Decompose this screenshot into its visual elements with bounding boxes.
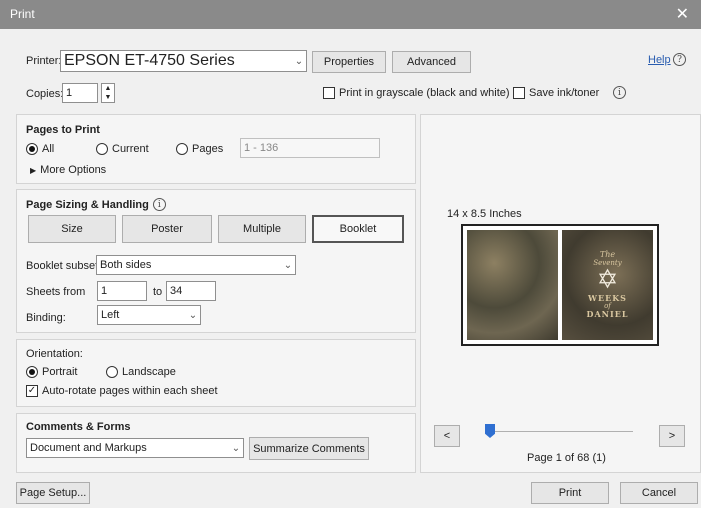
auto-rotate-option[interactable]: ✓ Auto-rotate pages within each sheet bbox=[26, 385, 218, 397]
comments-value: Document and Markups bbox=[30, 442, 147, 454]
booklet-subset-label: Booklet subset: bbox=[26, 260, 102, 272]
tab-multiple[interactable]: Multiple bbox=[218, 215, 306, 243]
preview-size-label: 14 x 8.5 Inches bbox=[447, 208, 522, 220]
cancel-button[interactable]: Cancel bbox=[620, 482, 698, 504]
comments-heading: Comments & Forms bbox=[26, 421, 131, 433]
pages-range-input[interactable]: 1 - 136 bbox=[240, 138, 380, 158]
binding-label: Binding: bbox=[26, 312, 66, 324]
sheets-to-input[interactable]: 34 bbox=[166, 281, 216, 301]
more-options-toggle[interactable]: ▶ More Options bbox=[30, 164, 106, 176]
grayscale-label: Print in grayscale (black and white) bbox=[339, 87, 510, 99]
chevron-down-icon: ⌄ bbox=[231, 442, 241, 454]
chevron-down-icon: ⌄ bbox=[283, 259, 293, 271]
help-link[interactable]: Help bbox=[648, 54, 671, 66]
copies-label: Copies: bbox=[26, 88, 64, 100]
sheets-to-label: to bbox=[153, 286, 163, 298]
chevron-down-icon: ⌄ bbox=[294, 55, 304, 67]
help-icon[interactable]: ? bbox=[673, 53, 686, 66]
sheets-from-label: Sheets from bbox=[26, 286, 86, 298]
save-ink-label: Save ink/toner bbox=[529, 87, 600, 99]
window-title: Print bbox=[10, 7, 35, 21]
auto-rotate-label: Auto-rotate pages within each sheet bbox=[42, 385, 218, 397]
save-ink-checkbox[interactable] bbox=[513, 87, 525, 99]
back-cover-image bbox=[467, 230, 558, 340]
printer-value: EPSON ET-4750 Series bbox=[64, 52, 235, 69]
more-options-label: More Options bbox=[40, 164, 107, 176]
page-sizing-heading: Page Sizing & Handling bbox=[26, 198, 149, 211]
radio-all[interactable] bbox=[26, 143, 38, 155]
copies-stepper[interactable]: ▲ ▼ bbox=[101, 83, 115, 103]
tab-size[interactable]: Size bbox=[28, 215, 116, 243]
sheets-from-input[interactable]: 1 bbox=[97, 281, 147, 301]
tab-booklet[interactable]: Booklet bbox=[312, 215, 404, 243]
page-slider-track[interactable] bbox=[489, 431, 633, 432]
grayscale-checkbox[interactable] bbox=[323, 87, 335, 99]
radio-landscape-label: Landscape bbox=[122, 366, 176, 378]
preview-page: The Seventy ✡ WEEKS of DANIEL bbox=[461, 224, 659, 346]
radio-all-option[interactable]: All bbox=[26, 143, 54, 155]
auto-rotate-checkbox[interactable]: ✓ bbox=[26, 385, 38, 397]
radio-current-label: Current bbox=[112, 143, 149, 155]
radio-all-label: All bbox=[42, 143, 55, 155]
radio-pages[interactable] bbox=[176, 143, 188, 155]
prev-page-button[interactable]: < bbox=[434, 425, 460, 447]
info-icon[interactable]: i bbox=[152, 198, 166, 211]
binding-select[interactable]: Left ⌄ bbox=[97, 305, 201, 325]
summarize-comments-button[interactable]: Summarize Comments bbox=[249, 437, 369, 460]
grayscale-option[interactable]: Print in grayscale (black and white) bbox=[323, 87, 510, 99]
triangle-right-icon: ▶ bbox=[30, 165, 37, 175]
advanced-button[interactable]: Advanced bbox=[392, 51, 471, 73]
radio-pages-label: Pages bbox=[192, 143, 224, 155]
radio-portrait-option[interactable]: Portrait bbox=[26, 366, 77, 378]
star-of-david-icon: ✡ bbox=[596, 265, 619, 296]
radio-current[interactable] bbox=[96, 143, 108, 155]
printer-select[interactable]: EPSON ET-4750 Series ⌄ bbox=[60, 50, 307, 72]
chevron-down-icon: ⌄ bbox=[188, 309, 198, 321]
radio-pages-option[interactable]: Pages bbox=[176, 143, 223, 155]
info-icon[interactable]: i bbox=[613, 86, 626, 99]
pages-to-print-heading: Pages to Print bbox=[26, 124, 100, 136]
tab-poster[interactable]: Poster bbox=[122, 215, 212, 243]
comments-select[interactable]: Document and Markups ⌄ bbox=[26, 438, 244, 458]
printer-label: Printer: bbox=[26, 55, 62, 67]
title-bar: Print ✕ bbox=[0, 0, 701, 29]
radio-landscape-option[interactable]: Landscape bbox=[106, 366, 176, 378]
orientation-label: Orientation: bbox=[26, 348, 83, 360]
booklet-subset-value: Both sides bbox=[100, 259, 152, 271]
printer-row: Printer: bbox=[26, 55, 61, 67]
close-icon[interactable]: ✕ bbox=[676, 4, 689, 24]
radio-landscape[interactable] bbox=[106, 366, 118, 378]
page-status: Page 1 of 68 (1) bbox=[527, 452, 606, 464]
radio-portrait[interactable] bbox=[26, 366, 38, 378]
radio-current-option[interactable]: Current bbox=[96, 143, 149, 155]
radio-portrait-label: Portrait bbox=[42, 366, 78, 378]
page-setup-button[interactable]: Page Setup... bbox=[16, 482, 90, 504]
front-cover-image: The Seventy ✡ WEEKS of DANIEL bbox=[562, 230, 653, 340]
copies-input[interactable]: 1 bbox=[62, 83, 98, 103]
properties-button[interactable]: Properties bbox=[312, 51, 386, 73]
binding-value: Left bbox=[101, 309, 120, 321]
booklet-subset-select[interactable]: Both sides ⌄ bbox=[96, 255, 296, 275]
next-page-button[interactable]: > bbox=[659, 425, 685, 447]
page-sizing-heading-row: Page Sizing & Handling i bbox=[26, 198, 166, 211]
save-ink-option[interactable]: Save ink/toner bbox=[513, 87, 599, 99]
print-button[interactable]: Print bbox=[531, 482, 609, 504]
